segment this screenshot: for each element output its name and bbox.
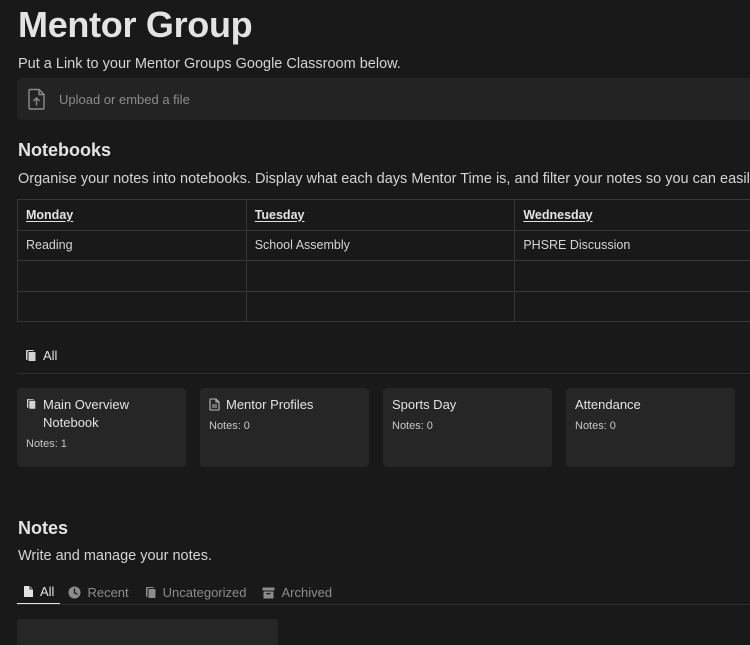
page-title: Mentor Group xyxy=(18,4,253,45)
notes-tab-all[interactable]: All xyxy=(17,577,61,605)
upload-file-icon xyxy=(27,88,47,110)
notes-tab-uncategorized[interactable]: Uncategorized xyxy=(137,577,255,605)
clock-icon xyxy=(68,586,81,599)
notes-tab-recent[interactable]: Recent xyxy=(60,577,136,605)
table-cell[interactable]: School Assembly xyxy=(246,230,516,261)
notebook-card-count: Notes: 0 xyxy=(575,420,616,432)
table-row: Reading School Assembly PHSRE Discussion xyxy=(18,230,750,261)
table-header-monday[interactable]: Monday xyxy=(18,200,247,231)
notes-tab-archived[interactable]: Archived xyxy=(254,577,340,605)
notebooks-heading: Notebooks xyxy=(18,140,112,160)
notebook-icon xyxy=(26,398,37,410)
table-cell[interactable] xyxy=(18,261,247,292)
notebook-card-title: Attendance xyxy=(575,397,641,412)
notes-tabs-divider xyxy=(17,604,750,605)
notebooks-view-tab-all[interactable]: All xyxy=(25,348,57,363)
tab-label: Uncategorized xyxy=(162,585,247,600)
document-icon xyxy=(23,585,34,598)
notebook-card-sports-day[interactable]: Sports Day Notes: 0 xyxy=(383,388,552,467)
view-tab-label: All xyxy=(43,348,58,363)
notes-tabs: All Recent Uncategorized Archived xyxy=(17,577,340,605)
table-cell[interactable] xyxy=(515,292,750,322)
upload-embed-block[interactable]: Upload or embed a file xyxy=(17,78,750,120)
tab-label: Recent xyxy=(87,585,129,600)
table-header-row: Monday Tuesday Wednesday xyxy=(18,200,750,231)
note-card[interactable] xyxy=(17,619,278,645)
notebook-card-title: Main Overview Notebook xyxy=(43,397,129,430)
table-cell[interactable]: PHSRE Discussion xyxy=(515,231,750,261)
notebook-card-attendance[interactable]: Attendance Notes: 0 xyxy=(566,388,735,467)
notebooks-divider xyxy=(17,373,750,374)
archive-box-icon xyxy=(262,587,275,599)
tab-label: Archived xyxy=(281,585,333,600)
intro-text: Put a Link to your Mentor Groups Google … xyxy=(18,56,401,72)
table-cell[interactable]: Reading xyxy=(18,230,247,261)
notebook-card-count: Notes: 1 xyxy=(26,438,67,450)
table-row xyxy=(18,291,750,322)
notebook-card-count: Notes: 0 xyxy=(392,420,433,432)
notebook-card-count: Notes: 0 xyxy=(209,420,250,432)
notebooks-description: Organise your notes into notebooks. Disp… xyxy=(18,171,750,187)
notebook-card-mentor-profiles[interactable]: Mentor Profiles Notes: 0 xyxy=(200,388,369,467)
tab-label: All xyxy=(40,584,55,599)
notebook-card-title: Sports Day xyxy=(392,397,457,412)
notebook-card-main-overview[interactable]: Main Overview Notebook Notes: 1 xyxy=(17,388,186,467)
page-icon xyxy=(209,398,220,411)
table-header-wednesday[interactable]: Wednesday xyxy=(515,200,750,231)
upload-label: Upload or embed a file xyxy=(59,91,190,107)
table-cell[interactable] xyxy=(515,261,750,292)
table-cell[interactable] xyxy=(18,291,247,322)
notebook-icon xyxy=(25,349,37,362)
table-cell[interactable] xyxy=(246,291,516,322)
mentor-time-table: Monday Tuesday Wednesday Reading School … xyxy=(17,199,750,322)
notes-heading: Notes xyxy=(18,518,69,538)
notes-description: Write and manage your notes. xyxy=(18,548,212,564)
table-cell[interactable] xyxy=(246,261,516,292)
table-header-tuesday[interactable]: Tuesday xyxy=(246,200,516,231)
notebooks-icon xyxy=(145,586,157,599)
table-row xyxy=(18,261,750,292)
notebook-card-title: Mentor Profiles xyxy=(226,397,314,412)
page: Mentor Group Put a Link to your Mentor G… xyxy=(0,0,750,645)
